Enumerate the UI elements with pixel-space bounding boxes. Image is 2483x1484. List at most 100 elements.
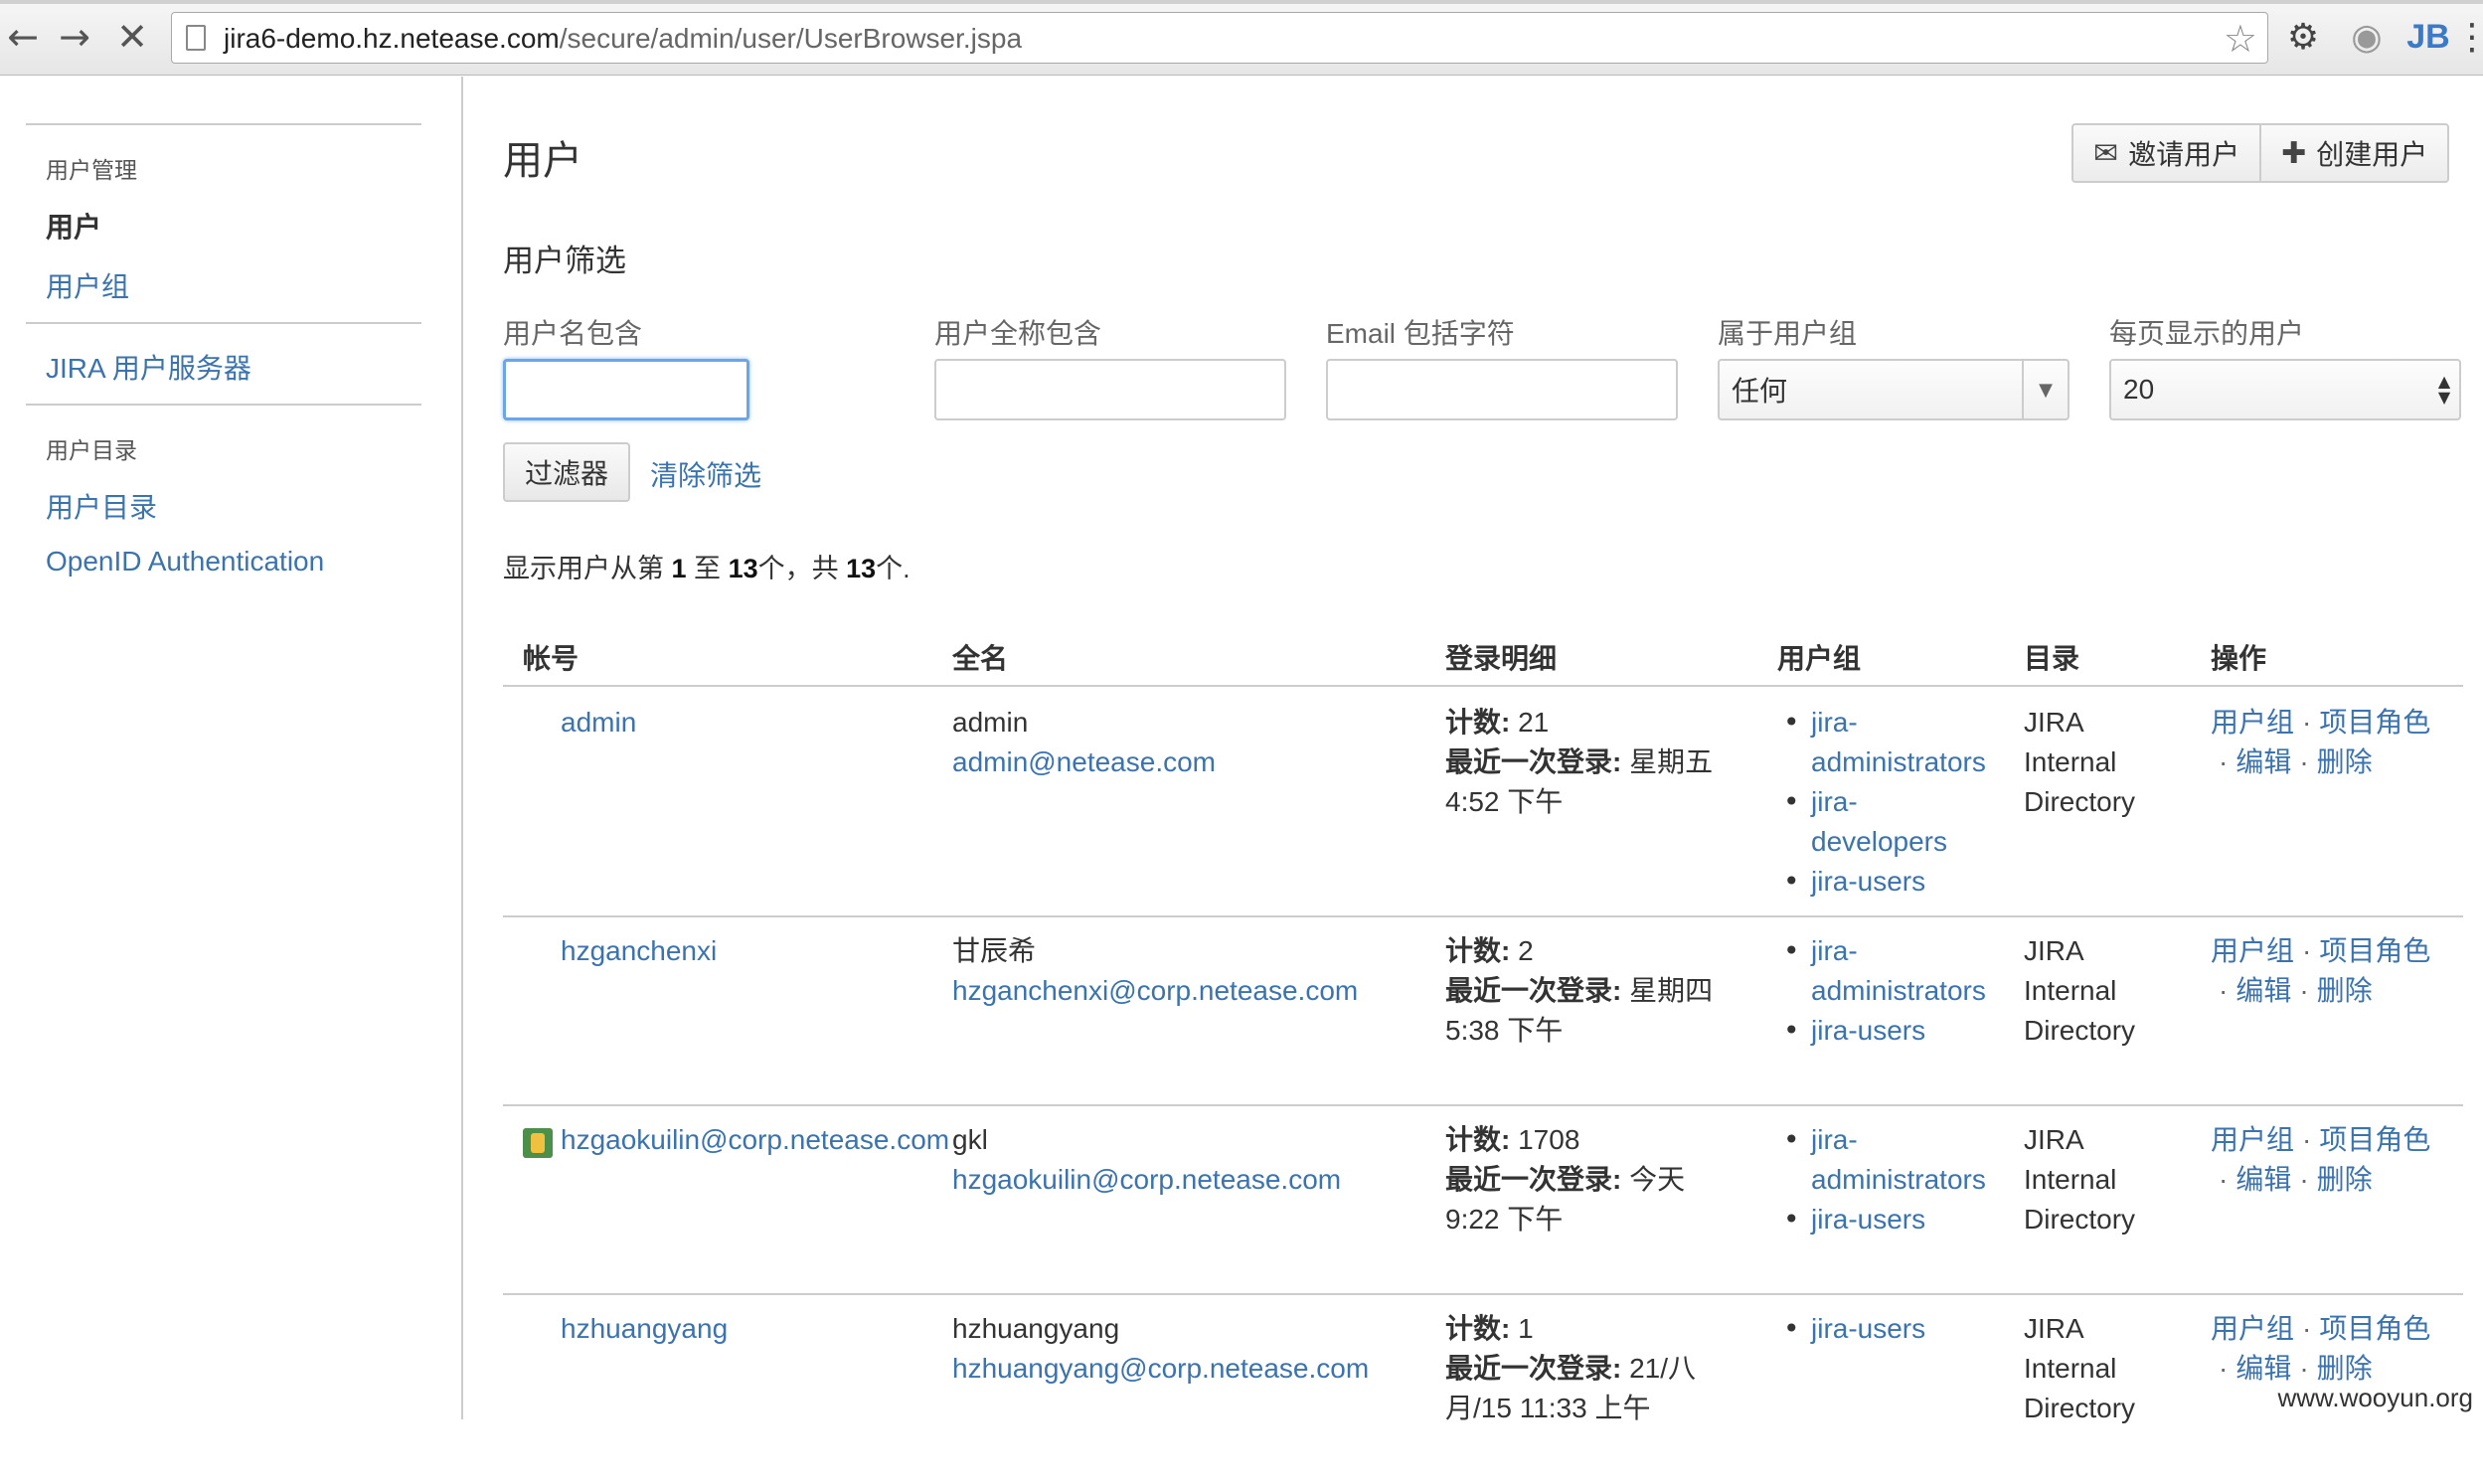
filter-button[interactable]: 过滤器 [503,442,630,502]
op-groups-link[interactable]: 用户组 [2211,1124,2294,1155]
op-delete-link[interactable]: 删除 [2317,746,2373,777]
user-account-link[interactable]: hzganchenxi [561,931,717,971]
sidebar-item-openid[interactable]: OpenID Authentication [46,546,324,577]
op-groups-link[interactable]: 用户组 [2211,935,2294,966]
browser-toolbar: ← → ✕ jira6-demo.hz.netease.com/secure/a… [0,0,2483,76]
back-button[interactable]: ← [2,14,44,60]
avatar [523,1128,553,1158]
list-item[interactable]: jira-users [1781,862,1986,902]
user-fullname-cell: admin admin@netease.com [952,703,1216,782]
op-roles-link[interactable]: 项目角色 [2319,1313,2430,1344]
op-groups-link[interactable]: 用户组 [2211,707,2294,738]
user-email-link[interactable]: hzgaokuilin@corp.netease.com [952,1160,1341,1200]
fullname-filter-input[interactable] [934,359,1286,420]
user-account-link[interactable]: hzhuangyang [561,1309,728,1349]
jb-extension-icon[interactable]: JB [2405,14,2451,60]
header-actions: ✉ 邀请用户 ✚ 创建用户 [2071,123,2449,183]
op-edit-link[interactable]: 编辑 [2235,975,2291,1006]
table-row: hzgaokuilin@corp.netease.com gkl hzgaoku… [503,1106,2463,1295]
watermark: www.wooyun.org [2277,1383,2473,1413]
directory-cell: JIRAInternalDirectory [2024,1120,2135,1239]
list-item[interactable]: jira-users [1781,1011,1986,1051]
col-header-operations: 操作 [2211,637,2266,677]
page-title: 用户 [503,128,582,186]
login-details-cell: 计数: 1 最近一次登录: 21/八 月/15 11:33 上午 [1445,1309,1696,1428]
col-header-directory: 目录 [2024,637,2079,677]
sidebar-heading-user-management: 用户管理 [46,151,137,185]
list-item[interactable]: jira-users [1781,1200,1986,1239]
sidebar-divider [26,123,421,125]
list-item[interactable]: jira-developers [1781,782,1986,862]
sidebar-heading-user-directories: 用户目录 [46,431,137,465]
directory-cell: JIRAInternalDirectory [2024,1309,2135,1428]
login-details-cell: 计数: 1708 最近一次登录: 今天 9:22 下午 [1445,1120,1685,1239]
stop-button[interactable]: ✕ [111,14,153,60]
email-filter-label: Email 包括字符 [1326,312,1515,352]
group-filter-select[interactable]: 任何 ▼ [1718,359,2069,420]
forward-button[interactable]: → [54,14,95,60]
arrow-right-icon: → [59,15,90,59]
perpage-select[interactable]: 20 ▲▼ [2109,359,2461,420]
op-groups-link[interactable]: 用户组 [2211,1313,2294,1344]
user-email-link[interactable]: hzganchenxi@corp.netease.com [952,971,1358,1011]
op-roles-link[interactable]: 项目角色 [2319,935,2430,966]
op-delete-link[interactable]: 删除 [2317,1353,2373,1384]
list-item[interactable]: jira-administrators [1781,931,1986,1011]
sidebar-item-jira-user-server[interactable]: JIRA 用户服务器 [46,347,251,387]
group-filter-label: 属于用户组 [1718,312,1857,352]
username-filter-label: 用户名包含 [503,312,642,352]
op-edit-link[interactable]: 编辑 [2235,1353,2291,1384]
invite-user-button[interactable]: ✉ 邀请用户 [2073,125,2259,181]
table-row: hzganchenxi 甘辰希 hzganchenxi@corp.netease… [503,917,2463,1106]
user-fullname-cell: 甘辰希 hzganchenxi@corp.netease.com [952,931,1358,1011]
login-details-cell: 计数: 2 最近一次登录: 星期四 5:38 下午 [1445,931,1713,1051]
plus-icon: ✚ [2281,136,2306,171]
perpage-filter-label: 每页显示的用户 [2109,312,2304,352]
bookmark-star-icon[interactable]: ☆ [2224,17,2257,61]
user-fullname-cell: gkl hzgaokuilin@corp.netease.com [952,1120,1341,1200]
filter-section-title: 用户筛选 [503,236,626,280]
op-roles-link[interactable]: 项目角色 [2319,1124,2430,1155]
create-user-button[interactable]: ✚ 创建用户 [2259,125,2447,181]
table-row: admin admin admin@netease.com 计数: 21 最近一… [503,689,2463,917]
admin-sidebar: 用户管理 用户 用户组 JIRA 用户服务器 用户目录 用户目录 OpenID … [0,77,463,1419]
col-header-fullname: 全名 [952,637,1008,677]
user-email-link[interactable]: hzhuangyang@corp.netease.com [952,1349,1369,1389]
main-content: 用户 ✉ 邀请用户 ✚ 创建用户 用户筛选 用户名包含 用户全称包含 Email… [503,77,2463,1419]
fullname-filter-label: 用户全称包含 [934,312,1101,352]
directory-cell: JIRAInternalDirectory [2024,703,2135,822]
user-account-link[interactable]: admin [561,703,636,742]
sidebar-item-users[interactable]: 用户 [46,206,101,246]
address-bar[interactable]: jira6-demo.hz.netease.com/secure/admin/u… [171,12,2268,64]
op-roles-link[interactable]: 项目角色 [2319,707,2430,738]
sidebar-divider [26,322,421,324]
user-fullname-cell: hzhuangyang hzhuangyang@corp.netease.com [952,1309,1369,1389]
user-email-link[interactable]: admin@netease.com [952,742,1216,782]
updown-arrows-icon: ▲▼ [2429,374,2459,406]
op-edit-link[interactable]: 编辑 [2235,746,2291,777]
op-delete-link[interactable]: 删除 [2317,1164,2373,1195]
col-header-account: 帐号 [523,637,579,677]
list-item[interactable]: jira-users [1781,1309,1925,1349]
operations-cell: 用户组·项目角色 ·编辑·删除 [2211,1120,2430,1200]
sidebar-item-groups[interactable]: 用户组 [46,265,129,305]
user-account-link[interactable]: hzgaokuilin@corp.netease.com [561,1120,949,1160]
username-filter-input[interactable] [503,359,749,420]
menu-icon[interactable]: ⋮ [2461,14,2483,60]
login-details-cell: 计数: 21 最近一次登录: 星期五 4:52 下午 [1445,703,1713,822]
clear-filter-link[interactable]: 清除筛选 [650,454,761,494]
close-icon: ✕ [116,15,148,59]
chevron-down-icon: ▼ [2022,361,2068,418]
list-item[interactable]: jira-administrators [1781,703,1986,782]
op-delete-link[interactable]: 删除 [2317,975,2373,1006]
page-icon [186,25,206,51]
user-table-header: 帐号 全名 登录明细 用户组 目录 操作 [503,633,2463,687]
globe-icon[interactable]: ◉ [2344,14,2390,60]
sidebar-item-user-directories[interactable]: 用户目录 [46,486,157,526]
email-filter-input[interactable] [1326,359,1678,420]
url-text[interactable]: jira6-demo.hz.netease.com/secure/admin/u… [224,23,1022,55]
op-edit-link[interactable]: 编辑 [2235,1164,2291,1195]
envelope-icon: ✉ [2093,136,2118,171]
list-item[interactable]: jira-administrators [1781,1120,1986,1200]
settings-gear-icon[interactable]: ⚙ [2280,14,2326,60]
